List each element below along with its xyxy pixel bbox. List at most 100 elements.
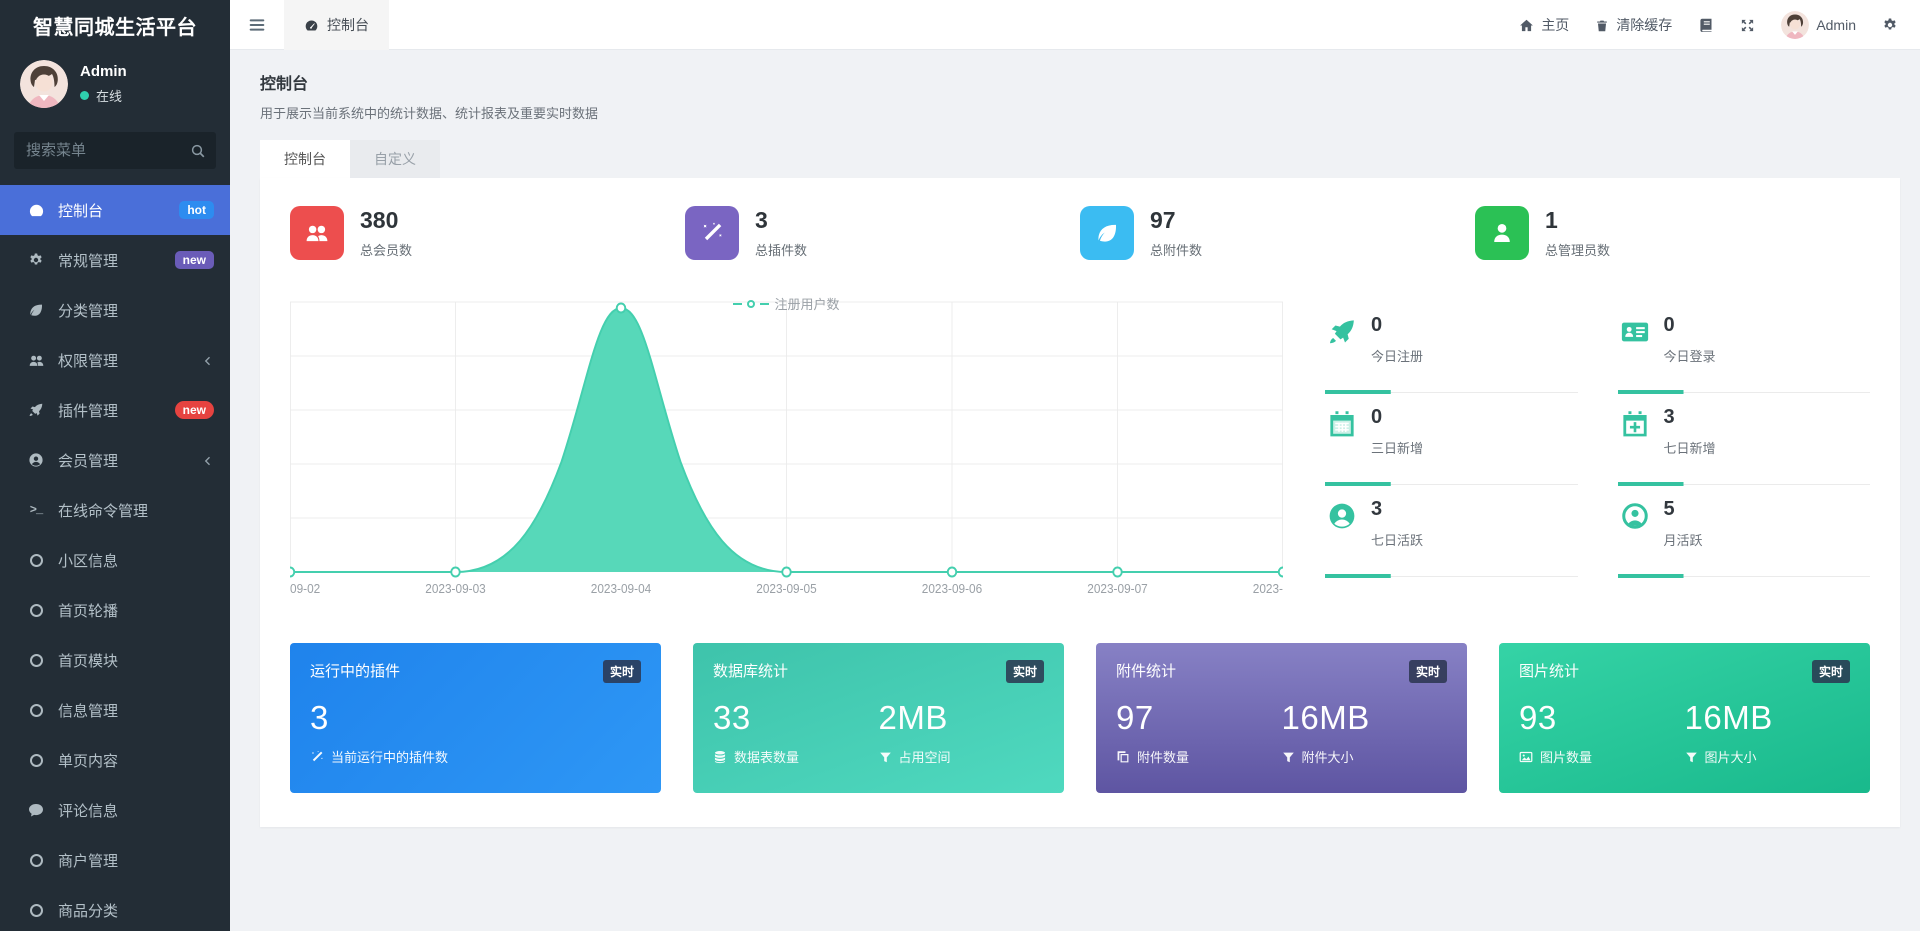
gears-icon xyxy=(24,252,48,268)
calendar-plus-icon xyxy=(1620,409,1650,439)
stat-total-addons: 3 总插件数 xyxy=(685,206,1080,260)
card-attachment-stats: 附件统计 实时 97 附件数量 16MB 附件大小 xyxy=(1096,643,1467,793)
chart-legend[interactable]: 注册用户数 xyxy=(290,294,1283,313)
realtime-badge: 实时 xyxy=(603,660,641,683)
realtime-badge: 实时 xyxy=(1409,660,1447,683)
registered-users-chart: 注册用户数 xyxy=(290,294,1283,599)
user-circle-icon xyxy=(1327,501,1357,531)
stat-total-attachments: 97 总附件数 xyxy=(1080,206,1475,260)
sidebar-item-info[interactable]: 信息管理 xyxy=(0,685,230,735)
sidebar-item-goods-category[interactable]: 商品分类 xyxy=(0,885,230,931)
mini-stat-7day-new: 3 七日新增 xyxy=(1618,394,1871,486)
new-badge: new xyxy=(175,251,214,269)
stats-row: 380 总会员数 3 总插件数 97 总附件数 xyxy=(290,206,1870,260)
new-badge: new xyxy=(175,401,214,419)
expand-icon xyxy=(1740,16,1755,33)
docs-button[interactable] xyxy=(1698,16,1714,33)
users-icon xyxy=(24,352,48,369)
card-image-stats: 图片统计 实时 93 图片数量 16MB 图片大小 xyxy=(1499,643,1870,793)
page-title: 控制台 xyxy=(260,70,1900,94)
svg-text:2023-09-03: 2023-09-03 xyxy=(425,582,486,596)
sidebar-item-home-carousel[interactable]: 首页轮播 xyxy=(0,585,230,635)
area-chart-canvas: 2023-09-02 2023-09-03 2023-09-04 2023-09… xyxy=(290,294,1283,599)
user-status: 在线 xyxy=(96,86,122,105)
clear-cache-button[interactable]: 清除缓存 xyxy=(1595,15,1672,35)
circle-icon xyxy=(24,654,48,667)
copy-icon xyxy=(1116,749,1130,765)
svg-text:2023-09-05: 2023-09-05 xyxy=(756,582,817,596)
circle-icon xyxy=(24,904,48,917)
avatar xyxy=(1781,11,1809,39)
top-navbar: 控制台 主页 清除缓存 Admin xyxy=(230,0,1920,50)
sidebar-item-home-module[interactable]: 首页模块 xyxy=(0,635,230,685)
card-database-stats: 数据库统计 实时 33 数据表数量 2MB 占用空间 xyxy=(693,643,1064,793)
sidebar-item-page[interactable]: 单页内容 xyxy=(0,735,230,785)
calendar-icon xyxy=(1327,409,1357,439)
fullscreen-button[interactable] xyxy=(1740,16,1755,33)
sidebar-item-member[interactable]: 会员管理 xyxy=(0,435,230,485)
search-icon xyxy=(190,142,206,159)
users-group-icon xyxy=(290,206,344,260)
tab-custom[interactable]: 自定义 xyxy=(350,140,440,178)
trash-icon xyxy=(1595,16,1609,32)
sidebar-item-community[interactable]: 小区信息 xyxy=(0,535,230,585)
circle-icon xyxy=(24,554,48,567)
image-icon xyxy=(1519,749,1533,765)
tab-dashboard[interactable]: 控制台 xyxy=(260,140,350,178)
terminal-icon: >_ xyxy=(24,503,48,517)
sidebar-item-dashboard[interactable]: 控制台 hot xyxy=(0,185,230,235)
chevron-left-icon xyxy=(202,453,214,468)
sidebar-toggle-button[interactable] xyxy=(230,0,284,50)
sidebar-item-command[interactable]: >_ 在线命令管理 xyxy=(0,485,230,535)
content-tabs: 控制台 自定义 xyxy=(260,140,1900,178)
sidebar-item-merchant[interactable]: 商户管理 xyxy=(0,835,230,885)
page-header: 控制台 用于展示当前系统中的统计数据、统计报表及重要实时数据 控制台 自定义 xyxy=(230,50,1920,178)
database-icon xyxy=(713,749,727,765)
sidebar-item-category[interactable]: 分类管理 xyxy=(0,285,230,335)
settings-button[interactable] xyxy=(1882,16,1898,33)
realtime-badge: 实时 xyxy=(1812,660,1850,683)
home-link[interactable]: 主页 xyxy=(1519,15,1569,35)
leaf-icon xyxy=(1080,206,1134,260)
sidebar-item-general[interactable]: 常规管理 new xyxy=(0,235,230,285)
rocket-icon xyxy=(1327,317,1357,347)
dashboard-icon xyxy=(304,16,319,33)
user-menu[interactable]: Admin xyxy=(1781,11,1856,39)
gears-icon xyxy=(1882,16,1898,33)
sidebar-item-auth[interactable]: 权限管理 xyxy=(0,335,230,385)
nav-tab-dashboard[interactable]: 控制台 xyxy=(284,0,389,50)
rocket-icon xyxy=(24,402,48,418)
dashboard-icon xyxy=(24,202,48,219)
svg-text:2023-09-04: 2023-09-04 xyxy=(591,582,652,596)
user-name: Admin xyxy=(80,63,127,80)
legend-marker-icon xyxy=(747,300,755,308)
svg-text:2023-09-08: 2023-09-08 xyxy=(1253,582,1283,596)
funnel-icon xyxy=(1282,749,1295,764)
funnel-icon xyxy=(1685,749,1698,764)
search-input[interactable] xyxy=(14,132,216,169)
svg-text:2023-09-07: 2023-09-07 xyxy=(1087,582,1148,596)
sidebar-menu: 控制台 hot 常规管理 new 分类管理 权限管理 插件管理 new 会员管理 xyxy=(0,185,230,931)
sidebar: 智慧同城生活平台 Admin 在线 控制台 hot 常规管理 new 分类管理 … xyxy=(0,0,230,931)
sidebar-item-addon[interactable]: 插件管理 new xyxy=(0,385,230,435)
mini-stat-3day-new: 0 三日新增 xyxy=(1325,394,1578,486)
sidebar-item-comment[interactable]: 评论信息 xyxy=(0,785,230,835)
circle-icon xyxy=(24,604,48,617)
mini-stat-today-logins: 0 今日登录 xyxy=(1618,302,1871,394)
user-circle-outline-icon xyxy=(1620,501,1650,531)
mini-stat-today-registered: 0 今日注册 xyxy=(1325,302,1578,394)
dashboard-panel: 380 总会员数 3 总插件数 97 总附件数 xyxy=(260,178,1900,827)
leaf-icon xyxy=(24,302,48,318)
user-circle-icon xyxy=(24,452,48,468)
sidebar-user-panel[interactable]: Admin 在线 xyxy=(0,50,230,120)
comment-icon xyxy=(24,802,48,818)
circle-icon xyxy=(24,704,48,717)
realtime-badge: 实时 xyxy=(1006,660,1044,683)
chevron-left-icon xyxy=(202,353,214,368)
realtime-cards-row: 运行中的插件 实时 3 当前运行中的插件数 数据库统计 实时 3 xyxy=(290,643,1870,793)
legend-label: 注册用户数 xyxy=(774,294,839,313)
home-icon xyxy=(1519,16,1534,33)
avatar xyxy=(20,60,68,108)
mini-stats-grid: 0 今日注册 0 今日登录 0 xyxy=(1325,294,1870,599)
svg-text:2023-09-06: 2023-09-06 xyxy=(922,582,983,596)
